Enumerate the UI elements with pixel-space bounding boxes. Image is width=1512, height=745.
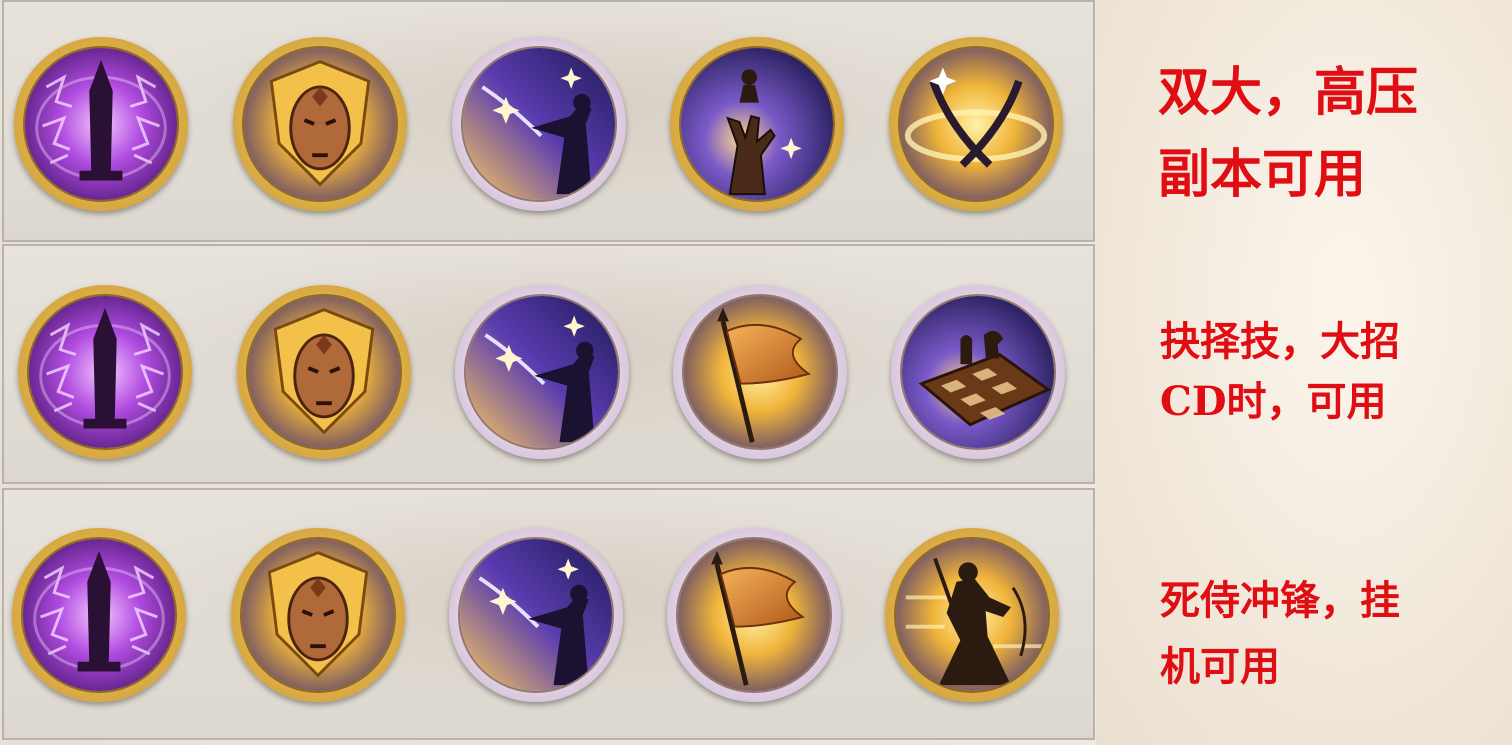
skill-slot-r1-5[interactable] — [889, 37, 1063, 211]
crossed-blades-icon — [898, 46, 1054, 202]
purple-obelisk-icon — [21, 537, 177, 693]
skill-slot-r2-1[interactable] — [18, 285, 192, 459]
golden-mask-shield-icon — [242, 46, 398, 202]
purple-obelisk-icon — [27, 294, 183, 450]
skill-slot-r2-4[interactable] — [673, 285, 847, 459]
row-3-note-line-1: 死侍冲锋，挂 — [1160, 577, 1400, 624]
chessboard-icon — [900, 294, 1056, 450]
skill-slot-r1-1[interactable] — [14, 37, 188, 211]
skill-slot-r3-1[interactable] — [12, 528, 186, 702]
sword-silhouette-icon — [461, 46, 617, 202]
row-2-note-line-2: CD时，可用 — [1160, 378, 1387, 425]
row-1-note: 双大，高压 副本可用 — [1158, 52, 1418, 216]
row-1-note-line-1: 双大，高压 — [1158, 62, 1419, 123]
skill-slot-r2-2[interactable] — [237, 285, 411, 459]
skill-slot-r1-2[interactable] — [233, 37, 407, 211]
row-2-note: 抉择技，大招 CD时，可用 — [1160, 312, 1400, 432]
sword-silhouette-icon — [458, 537, 614, 693]
chess-pawn-hand-icon — [679, 46, 835, 202]
purple-obelisk-icon — [23, 46, 179, 202]
skill-slot-r1-4[interactable] — [670, 37, 844, 211]
row-3-note: 死侍冲锋，挂 机可用 — [1160, 568, 1400, 700]
skill-slot-r3-4[interactable] — [667, 528, 841, 702]
skill-slot-r3-5[interactable] — [885, 528, 1059, 702]
row-1-note-line-2: 副本可用 — [1158, 144, 1367, 205]
golden-mask-shield-icon — [240, 537, 396, 693]
skill-slot-r2-3[interactable] — [455, 285, 629, 459]
banner-flag-icon — [676, 537, 832, 693]
skill-slot-r1-3[interactable] — [452, 37, 626, 211]
sword-silhouette-icon — [464, 294, 620, 450]
skill-slot-r3-2[interactable] — [231, 528, 405, 702]
row-3-note-line-2: 机可用 — [1160, 643, 1280, 690]
golden-mask-shield-icon — [246, 294, 402, 450]
skill-slot-r3-3[interactable] — [449, 528, 623, 702]
skill-slot-r2-5[interactable] — [891, 285, 1065, 459]
row-2-note-line-1: 抉择技，大招 — [1160, 318, 1400, 365]
banner-flag-icon — [682, 294, 838, 450]
samurai-charge-icon — [894, 537, 1050, 693]
